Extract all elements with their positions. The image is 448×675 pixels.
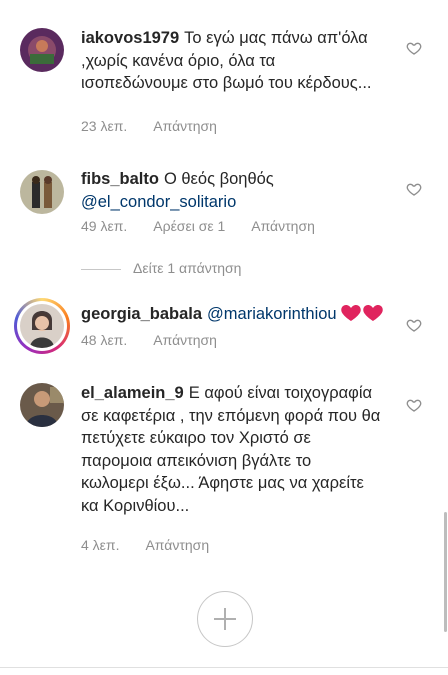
avatar[interactable] (20, 170, 64, 214)
red-heart-emoji (341, 304, 385, 329)
comment-meta: 23 λεπ. Απάντηση (81, 118, 243, 134)
reply-button[interactable]: Απάντηση (251, 218, 315, 234)
load-more-button[interactable] (197, 591, 253, 647)
divider (0, 667, 448, 668)
comment-text: el_alamein_9 Ε αφού είναι τοιχογραφία σε … (81, 382, 381, 517)
avatar[interactable] (20, 28, 64, 72)
mention-link[interactable]: @mariakorinthiou (207, 305, 337, 323)
scrollbar[interactable] (444, 512, 447, 632)
reply-button[interactable]: Απάντηση (153, 118, 217, 134)
reply-button[interactable]: Απάντηση (153, 332, 217, 348)
comment-text: iakovos1979 Το εγώ μας πάνω απ'όλα ,χωρίς… (81, 27, 381, 95)
timestamp: 48 λεπ. (81, 332, 128, 348)
username[interactable]: el_alamein_9 (81, 384, 184, 402)
username[interactable]: fibs_balto (81, 170, 159, 188)
heart-outline-icon[interactable] (406, 181, 422, 197)
timestamp: 49 λεπ. (81, 218, 128, 234)
timestamp: 23 λεπ. (81, 118, 128, 134)
reply-button[interactable]: Απάντηση (145, 537, 209, 553)
comment-meta: 4 λεπ. Απάντηση (81, 537, 235, 553)
timestamp: 4 λεπ. (81, 537, 120, 553)
heart-outline-icon[interactable] (406, 40, 422, 56)
avatar (20, 304, 64, 348)
comment-meta: 49 λεπ. Αρέσει σε 1 Απάντηση (81, 218, 341, 234)
comment-body: Ο θεός βοηθός (163, 170, 274, 188)
divider-line (81, 268, 121, 270)
comment-text: georgia_babala @mariakorinthiou (81, 303, 401, 329)
view-replies-label: Δείτε 1 απάντηση (133, 260, 242, 276)
avatar-story-ring[interactable] (14, 298, 70, 354)
comment-body: Ε αφού είναι τοιχογραφία σε καφετέρια , … (81, 384, 381, 515)
comment-text: fibs_balto Ο θεός βοηθός @el_condor_solit… (81, 168, 381, 213)
username[interactable]: georgia_babala (81, 305, 202, 323)
plus-icon (214, 608, 236, 630)
comment-meta: 48 λεπ. Απάντηση (81, 332, 243, 348)
username[interactable]: iakovos1979 (81, 29, 179, 47)
mention-link[interactable]: @el_condor_solitario (81, 193, 236, 211)
heart-outline-icon[interactable] (406, 317, 422, 333)
likes-count[interactable]: Αρέσει σε 1 (153, 218, 225, 234)
heart-outline-icon[interactable] (406, 397, 422, 413)
avatar[interactable] (20, 383, 64, 427)
view-replies-button[interactable]: Δείτε 1 απάντηση (81, 260, 241, 278)
